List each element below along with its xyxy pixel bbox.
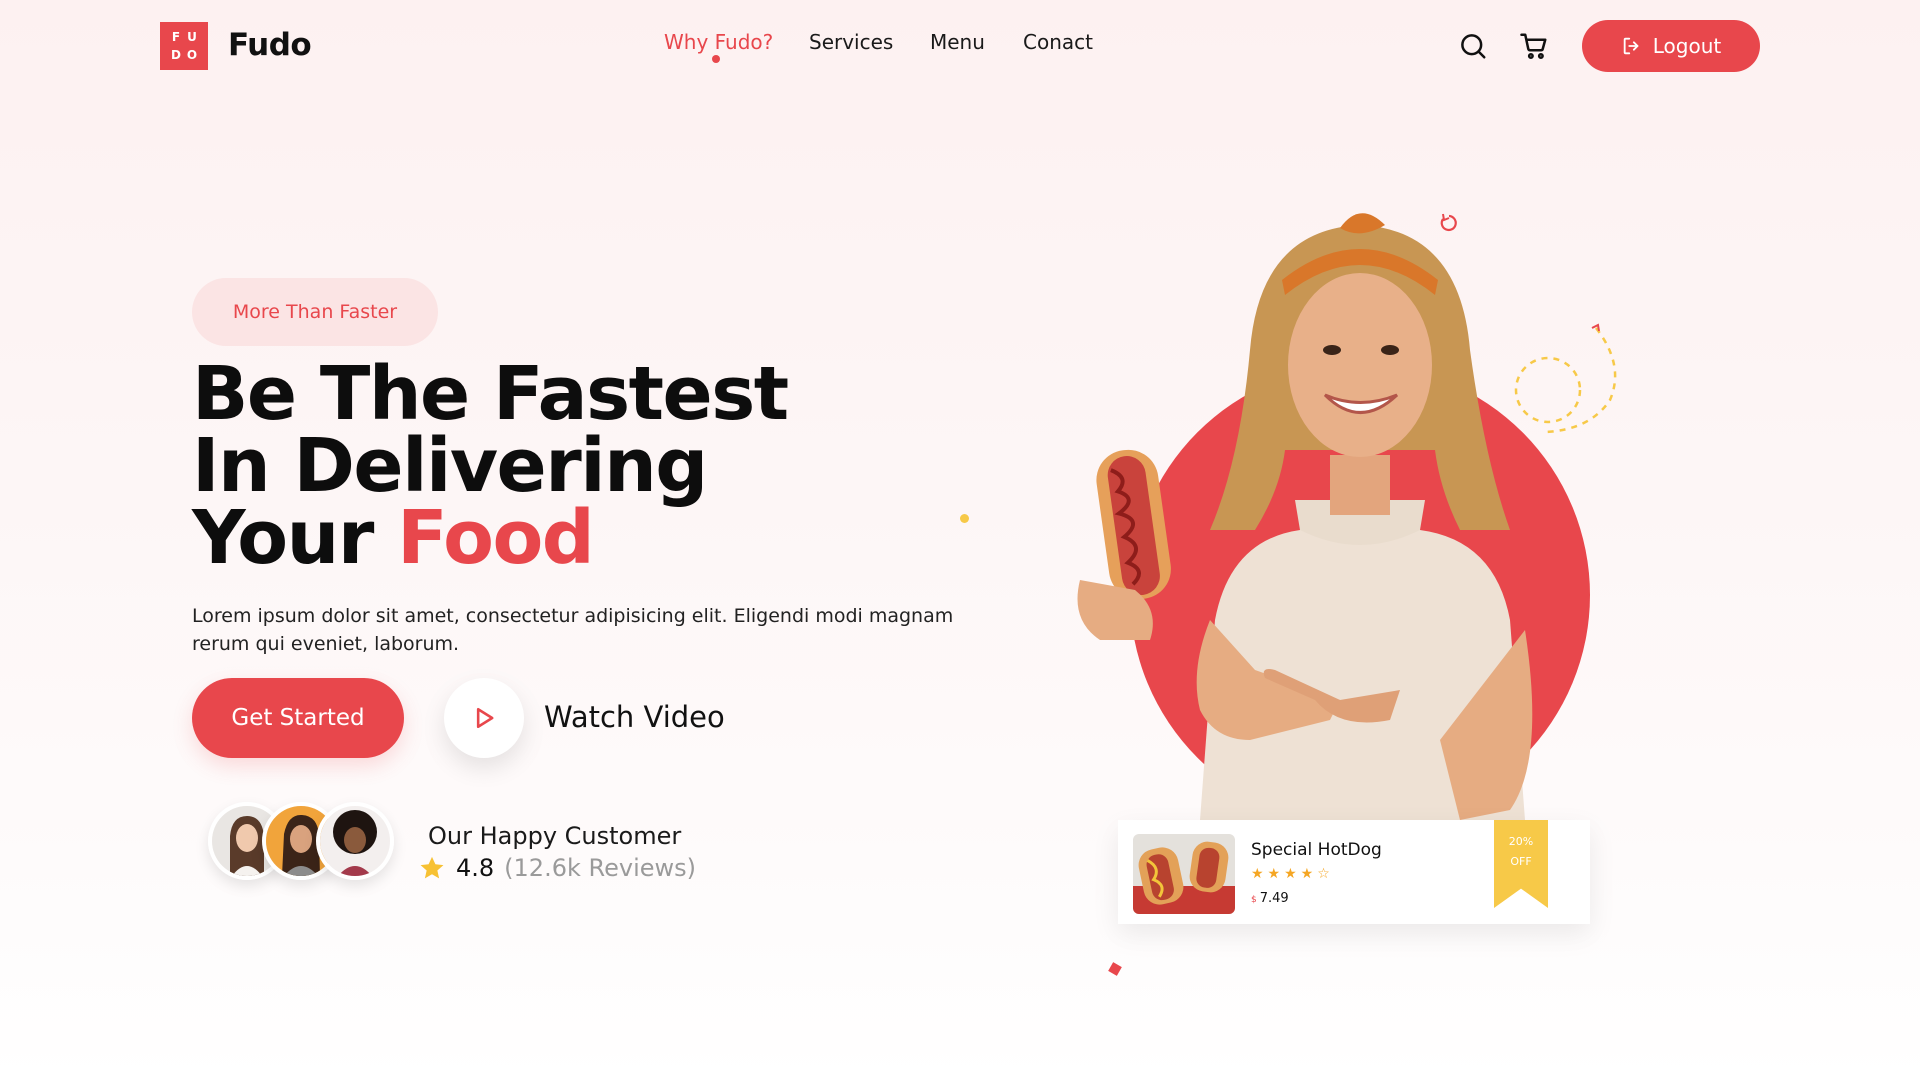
cart-icon[interactable] xyxy=(1516,28,1552,64)
decorative-square xyxy=(1108,962,1122,976)
play-icon xyxy=(476,707,494,729)
customer-avatars xyxy=(208,802,398,882)
search-icon[interactable] xyxy=(1455,28,1491,64)
get-started-button[interactable]: Get Started xyxy=(192,678,404,758)
review-count: (12.6k Reviews) xyxy=(504,854,696,882)
logout-label: Logout xyxy=(1652,34,1722,58)
headline-line-3: Your Food xyxy=(192,501,788,575)
play-video-button[interactable] xyxy=(444,678,524,758)
currency-symbol: $ xyxy=(1251,895,1257,905)
discount-off: OFF xyxy=(1510,855,1532,868)
customer-rating: 4.8 (12.6k Reviews) xyxy=(418,854,696,882)
hero-headline: Be The Fastest In Delivering Your Food xyxy=(192,351,789,575)
nav-item-contact[interactable]: Conact xyxy=(1023,30,1093,54)
discount-percent: 20% xyxy=(1508,835,1534,848)
happy-customer-title: Our Happy Customer xyxy=(428,822,682,850)
discount-ribbon: 20% OFF xyxy=(1494,820,1548,908)
hero-illustration xyxy=(1077,213,1617,825)
rating-value: 4.8 xyxy=(456,854,495,882)
food-rating-stars: ★★★★☆ xyxy=(1251,866,1334,882)
star-icon xyxy=(420,856,444,879)
active-nav-indicator xyxy=(712,55,720,63)
price-value: 7.49 xyxy=(1259,891,1289,906)
logout-button[interactable]: Logout xyxy=(1582,20,1760,72)
logout-icon xyxy=(1623,37,1639,55)
food-thumbnail xyxy=(1133,834,1235,914)
watch-video-link[interactable]: Watch Video xyxy=(544,700,725,734)
headline-line-1: Be The Fastest xyxy=(192,351,789,437)
decorative-dot xyxy=(960,514,969,523)
avatar xyxy=(316,802,394,880)
nav-item-services[interactable]: Services xyxy=(809,30,893,54)
headline-line-3-prefix: Your xyxy=(192,495,398,581)
hero-badge: More Than Faster xyxy=(192,278,438,346)
food-price: $7.49 xyxy=(1251,891,1289,906)
headline-accent-word: Food xyxy=(397,495,595,581)
hero-description: Lorem ipsum dolor sit amet, consectetur … xyxy=(192,605,954,655)
food-name: Special HotDog xyxy=(1251,840,1382,860)
nav-item-menu[interactable]: Menu xyxy=(930,30,985,54)
nav-item-why-fudo[interactable]: Why Fudo? xyxy=(664,30,773,54)
food-card-special-hotdog[interactable]: Special HotDog ★★★★☆ $7.49 20% OFF xyxy=(1118,820,1590,924)
headline-line-2: In Delivering xyxy=(192,423,708,509)
